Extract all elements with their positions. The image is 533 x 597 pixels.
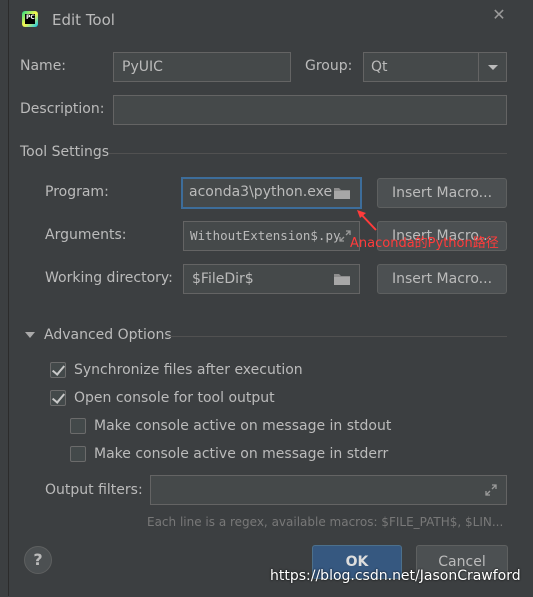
sync-files-checkbox[interactable]	[50, 362, 66, 378]
insert-macro-button-program[interactable]: Insert Macro...	[377, 178, 507, 208]
pycharm-logo-icon: PC	[22, 11, 38, 27]
description-label: Description:	[20, 101, 105, 117]
sync-files-label[interactable]: Synchronize files after execution	[74, 362, 303, 378]
console-active-stderr-label[interactable]: Make console active on message in stderr	[94, 446, 388, 462]
expand-icon[interactable]	[485, 484, 497, 496]
group-select-value: Qt	[371, 59, 388, 75]
collapse-arrow-icon[interactable]	[25, 332, 35, 338]
arguments-input[interactable]: WithoutExtension$.py	[183, 221, 360, 251]
working-directory-value: $FileDir$	[192, 271, 254, 287]
arguments-label: Arguments:	[45, 227, 127, 243]
open-console-label[interactable]: Open console for tool output	[74, 390, 275, 406]
output-filters-input[interactable]	[150, 475, 507, 505]
console-active-stdout-checkbox[interactable]	[70, 418, 86, 434]
tool-settings-title: Tool Settings	[20, 144, 110, 160]
folder-icon[interactable]	[333, 272, 351, 286]
name-input[interactable]: PyUIC	[113, 52, 291, 82]
group-label: Group:	[305, 58, 353, 74]
dialog-border	[8, 0, 532, 596]
advanced-options-separator	[167, 336, 507, 337]
group-select[interactable]: Qt	[363, 52, 507, 82]
tool-settings-separator	[109, 153, 507, 154]
insert-macro-button-working-dir[interactable]: Insert Macro...	[377, 264, 507, 294]
chevron-down-icon[interactable]	[478, 53, 506, 81]
watermark: https://blog.csdn.net/JasonCrawford	[270, 568, 521, 584]
advanced-options-title[interactable]: Advanced Options	[44, 327, 172, 343]
console-active-stderr-checkbox[interactable]	[70, 446, 86, 462]
arguments-value: WithoutExtension$.py	[190, 228, 341, 243]
program-label: Program:	[45, 184, 109, 200]
console-active-stdout-label[interactable]: Make console active on message in stdout	[94, 418, 391, 434]
folder-icon[interactable]	[333, 186, 351, 200]
dialog-title: Edit Tool	[52, 11, 115, 29]
output-filters-label: Output filters:	[45, 482, 143, 498]
description-input[interactable]	[113, 95, 507, 125]
title-bar: PC Edit Tool ✕	[0, 0, 533, 40]
name-label: Name:	[20, 58, 67, 74]
output-filters-hint: Each line is a regex, available macros: …	[147, 515, 504, 529]
working-directory-label: Working directory:	[45, 270, 173, 286]
open-console-checkbox[interactable]	[50, 390, 66, 406]
close-icon[interactable]: ✕	[489, 5, 509, 25]
program-value: aconda3\python.exe	[189, 184, 333, 200]
help-icon[interactable]: ?	[24, 546, 52, 574]
annotation-text: Anaconda的Python路径	[350, 236, 499, 251]
